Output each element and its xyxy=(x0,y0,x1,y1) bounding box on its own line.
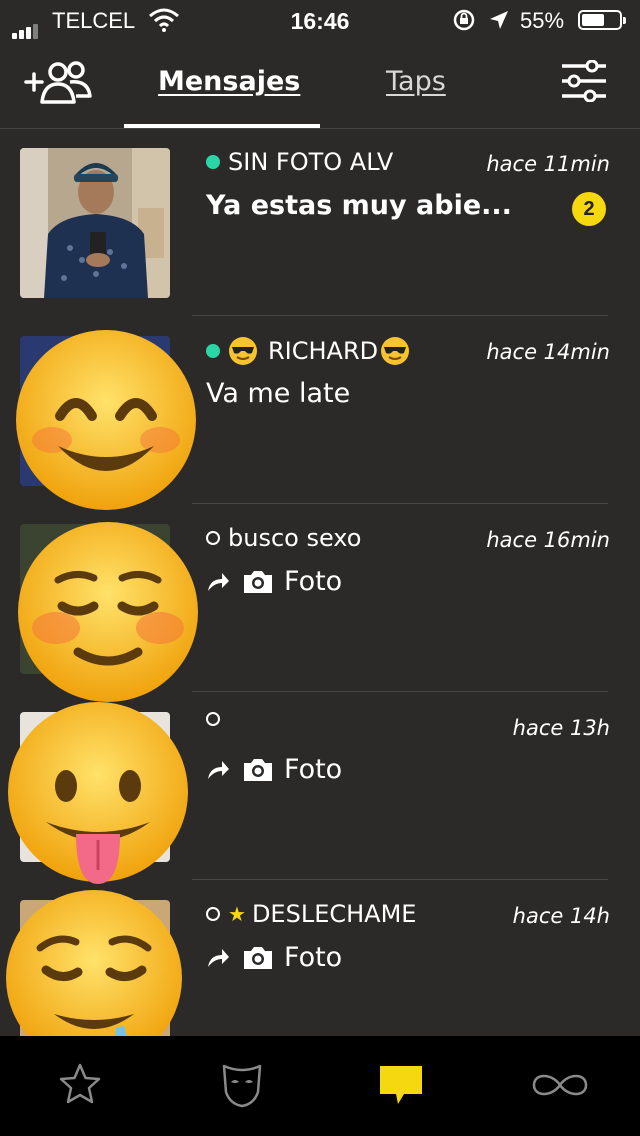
timestamp: hace 14h xyxy=(512,904,610,928)
contact-name: RICHARD xyxy=(206,336,410,366)
timestamp: hace 11min xyxy=(486,152,610,176)
filter-icon[interactable] xyxy=(560,59,608,106)
contact-name: busco sexo xyxy=(206,524,361,552)
sunglasses-emoji-icon xyxy=(229,337,257,365)
online-status-dot xyxy=(206,344,220,358)
smiling-face-emoji-icon xyxy=(16,330,196,510)
status-bar: TELCEL 16:46 55% xyxy=(0,0,640,40)
tab-mensajes[interactable]: Mensajes xyxy=(158,66,300,97)
contact-name: ★ DESLECHAME xyxy=(206,900,416,928)
infinity-icon[interactable] xyxy=(530,1070,590,1104)
photo-thumbnail[interactable] xyxy=(20,148,170,298)
battery-percent: 55% xyxy=(520,8,565,33)
location-arrow-icon xyxy=(488,9,510,37)
unread-badge: 2 xyxy=(572,192,606,226)
message-preview: Va me late xyxy=(206,378,351,409)
timestamp: hace 13h xyxy=(512,716,610,740)
top-header: Mensajes Taps xyxy=(0,40,640,129)
timestamp: hace 14min xyxy=(486,340,610,364)
conversation-row[interactable]: SIN FOTO ALV hace 11min Ya estas muy abi… xyxy=(0,128,640,316)
add-group-icon[interactable] xyxy=(24,60,94,112)
offline-status-dot xyxy=(206,907,220,921)
tab-taps[interactable]: Taps xyxy=(386,66,446,97)
camera-icon xyxy=(244,946,272,969)
sunglasses-emoji-icon xyxy=(381,337,410,365)
camera-icon xyxy=(244,758,272,781)
timestamp: hace 16min xyxy=(486,528,610,552)
blushing-face-emoji-icon xyxy=(18,522,198,702)
bottom-nav xyxy=(0,1036,640,1136)
chat-icon[interactable] xyxy=(378,1064,424,1112)
reply-arrow-icon xyxy=(208,760,229,779)
reply-arrow-icon xyxy=(208,948,229,967)
favorite-star-icon: ★ xyxy=(228,902,246,926)
mask-icon[interactable] xyxy=(220,1062,264,1112)
message-preview: Foto xyxy=(206,566,342,597)
offline-status-dot xyxy=(206,712,220,726)
battery-icon xyxy=(578,10,626,30)
camera-icon xyxy=(244,570,272,593)
message-preview: Foto xyxy=(206,942,342,973)
contact-name: SIN FOTO ALV xyxy=(206,148,393,176)
reply-arrow-icon xyxy=(208,572,229,591)
message-preview: Ya estas muy abie... xyxy=(206,190,512,221)
online-status-dot xyxy=(206,155,220,169)
contact-name xyxy=(206,712,228,726)
message-preview: Foto xyxy=(206,754,342,785)
tongue-face-emoji-icon xyxy=(8,702,188,884)
rotation-lock-icon xyxy=(452,8,476,38)
offline-status-dot xyxy=(206,531,220,545)
star-icon[interactable] xyxy=(58,1062,102,1110)
